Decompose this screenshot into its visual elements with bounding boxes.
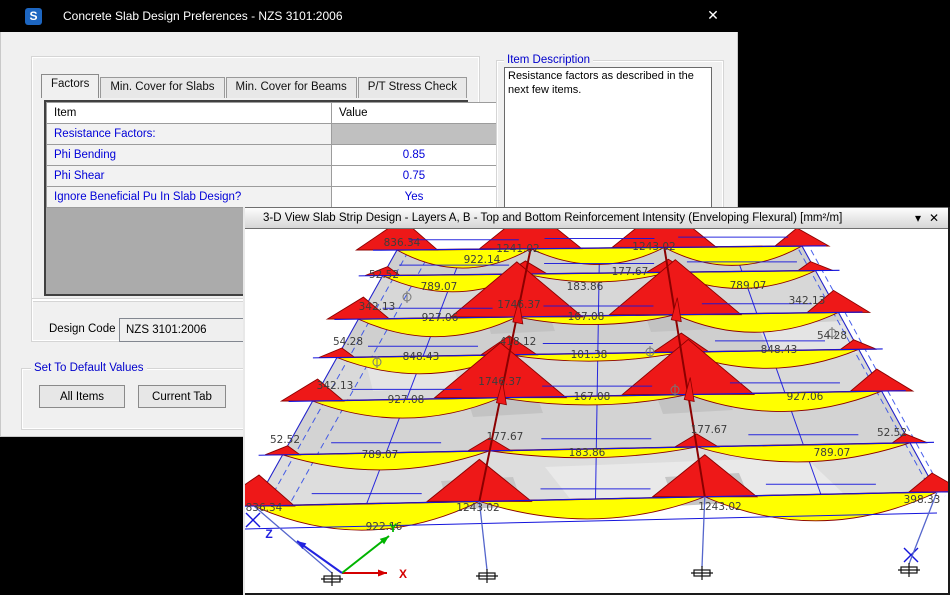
intensity-value-label: 52.52 [369,269,399,281]
3d-view-titlebar[interactable]: 3-D View Slab Strip Design - Layers A, B… [245,207,948,229]
intensity-value-label: 836.34 [384,237,421,249]
intensity-value-label: 927.08 [388,394,425,406]
table-row: Phi Shear0.75 [47,166,497,187]
intensity-value-label: 342.13 [359,301,396,313]
factors-table: ItemValueResistance Factors:Phi Bending0… [46,102,497,208]
value-cell[interactable]: 0.85 [332,145,497,166]
tab-factors[interactable]: Factors [41,74,99,98]
table-row: Ignore Beneficial Pu In Slab Design?Yes [47,187,497,208]
table-row: Phi Bending0.85 [47,145,497,166]
intensity-value-label: 177.67 [691,424,728,436]
column-header: Item [47,103,332,124]
intensity-value-label: 836.34 [246,502,283,514]
intensity-value-label: 1241.02 [496,243,539,255]
intensity-value-label: 789.07 [730,280,767,292]
intensity-value-label: 101.38 [571,349,608,361]
value-cell[interactable]: 0.75 [332,166,497,187]
table-row: Resistance Factors: [47,124,497,145]
intensity-value-label: 342.13 [789,295,826,307]
app-icon: S [25,8,42,25]
intensity-value-label: 342.13 [317,380,354,392]
intensity-value-label: 1243.02 [632,241,675,253]
intensity-value-label: 177.67 [487,431,524,443]
item-cell: Ignore Beneficial Pu In Slab Design? [47,187,332,208]
intensity-value-label: 52.52 [270,434,300,446]
window-menu-icon[interactable]: ▾ [910,211,926,225]
dialog-titlebar[interactable]: S Concrete Slab Design Preferences - NZS… [0,0,737,32]
intensity-value-label: 167.08 [568,311,605,323]
intensity-value-label: 183.86 [569,447,606,459]
3d-model-canvas[interactable]: 836.34 922.141241.02 1243.02 52.52 789.07 183… [245,229,948,595]
item-description-label: Item Description [504,54,593,66]
intensity-value-label: 1746.37 [497,299,540,311]
axis-label-x: X [399,567,407,581]
intensity-value-label: 1243.02 [456,502,499,514]
value-cell[interactable]: Yes [332,187,497,208]
value-cell[interactable] [332,124,497,145]
intensity-value-label: 1746.37 [478,376,521,388]
tab-p-t-stress-check[interactable]: P/T Stress Check [358,77,467,98]
3d-view-window: 3-D View Slab Strip Design - Layers A, B… [243,207,950,595]
intensity-value-label: 177.67 [612,266,649,278]
intensity-value-label: 52.52 [877,427,907,439]
tab-min-cover-for-slabs[interactable]: Min. Cover for Slabs [100,77,224,98]
intensity-value-label: 418.12 [500,336,537,348]
item-cell: Phi Bending [47,145,332,166]
intensity-value-label: 183.86 [567,281,604,293]
intensity-value-label: 1243.02 [698,501,741,513]
axis-label-z: Z [265,527,272,541]
column-header: Value [332,103,497,124]
intensity-value-label: 789.07 [362,449,399,461]
defaults-group-label: Set To Default Values [31,362,147,374]
intensity-value-label: 54.28 [817,330,847,342]
axis-label-y: Y [389,521,397,535]
intensity-value-label: 398.33 [904,494,941,506]
item-cell: Resistance Factors: [47,124,332,145]
intensity-value-label: 789.07 [421,281,458,293]
item-cell: Phi Shear [47,166,332,187]
intensity-value-label: 927.06 [787,391,824,403]
screen: { "dialog": { "title": "Concrete Slab De… [0,0,950,595]
3d-view-title: 3-D View Slab Strip Design - Layers A, B… [263,212,842,224]
dialog-title: Concrete Slab Design Preferences - NZS 3… [63,9,343,23]
design-code-label: Design Code [49,323,115,335]
table-header-row: ItemValue [47,103,497,124]
current-tab-button[interactable]: Current Tab [138,385,226,408]
intensity-value-label: 927.06 [422,312,459,324]
dialog-close-icon[interactable]: ✕ [703,7,723,25]
intensity-value-label: 848.43 [403,351,440,363]
intensity-value-label: 922.14 [464,254,501,266]
item-description-text: Resistance factors as described in the n… [504,67,712,208]
window-close-icon[interactable]: ✕ [926,211,942,225]
intensity-value-label: 54.28 [333,336,363,348]
intensity-value-label: 167.08 [574,391,611,403]
intensity-value-label: 848.43 [761,344,798,356]
intensity-value-label: 789.07 [814,447,851,459]
all-items-button[interactable]: All Items [39,385,125,408]
tab-strip: FactorsMin. Cover for SlabsMin. Cover fo… [41,76,468,98]
tab-min-cover-for-beams[interactable]: Min. Cover for Beams [226,77,357,98]
